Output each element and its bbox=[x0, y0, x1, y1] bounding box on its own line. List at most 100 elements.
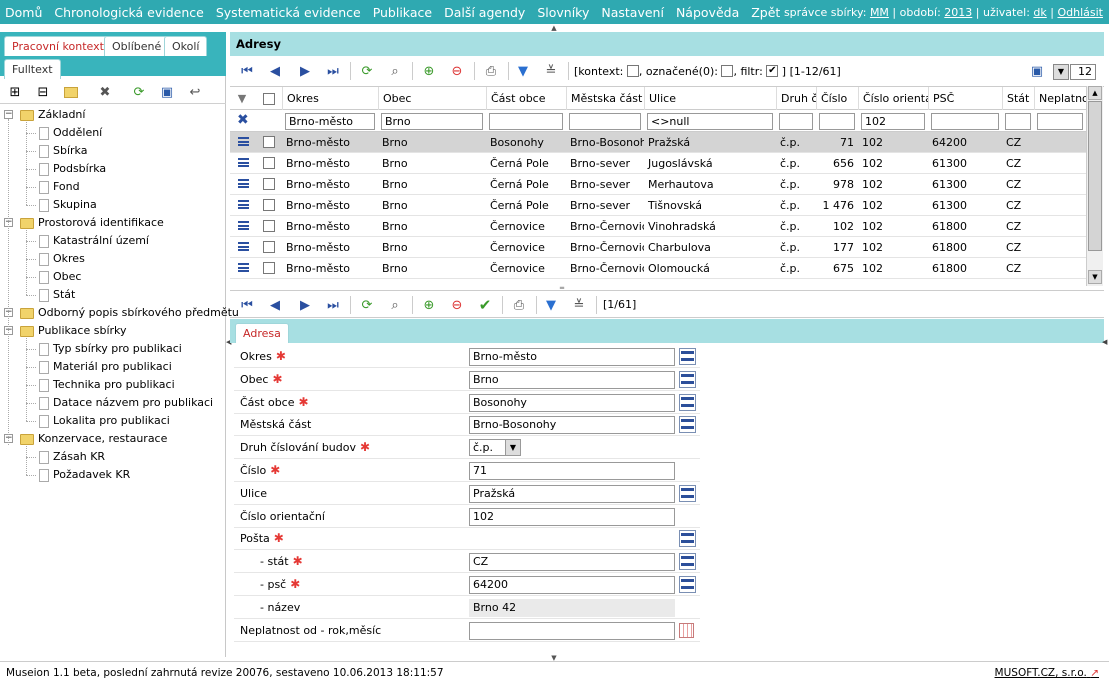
row-detail-icon[interactable] bbox=[238, 200, 249, 209]
tree-item[interactable]: Lokalita pro publikaci bbox=[39, 412, 170, 430]
row-checkbox[interactable] bbox=[263, 136, 275, 148]
lookup-icon[interactable] bbox=[679, 530, 696, 548]
menu-item[interactable]: Další agendy bbox=[438, 5, 531, 20]
menu-item[interactable]: Zpět bbox=[745, 5, 786, 20]
tree-item[interactable]: Obec bbox=[39, 268, 81, 286]
row-checkbox[interactable] bbox=[263, 262, 275, 274]
field-input[interactable]: Brno-město bbox=[469, 348, 675, 366]
remove-icon[interactable]: ⊖ bbox=[448, 296, 466, 314]
context-checkbox[interactable] bbox=[626, 65, 639, 77]
scroll-down-button[interactable]: ▼ bbox=[1088, 270, 1102, 284]
menu-item[interactable]: Chronologická evidence bbox=[48, 5, 209, 20]
column-header[interactable]: Městska část bbox=[566, 87, 644, 110]
field-input[interactable]: Pražská bbox=[469, 484, 675, 503]
tree-item[interactable]: Skupina bbox=[39, 196, 97, 214]
select-all-checkbox[interactable] bbox=[263, 93, 275, 105]
tree-item[interactable]: Fond bbox=[39, 178, 80, 196]
table-row[interactable]: Brno-město Brno Černovice Brno-Černovice Cha… bbox=[230, 237, 1086, 258]
row-checkbox[interactable] bbox=[263, 220, 275, 232]
row-detail-icon[interactable] bbox=[238, 179, 249, 188]
column-header[interactable]: Číslo orientač bbox=[858, 87, 928, 110]
column-filter-input[interactable] bbox=[779, 113, 813, 130]
column-filter-input[interactable] bbox=[569, 113, 641, 130]
tab-fulltext[interactable]: Fulltext bbox=[4, 59, 61, 79]
first-record-icon[interactable]: ⏮ bbox=[238, 296, 256, 314]
scroll-thumb[interactable] bbox=[1088, 101, 1102, 251]
logout-link[interactable]: Odhlásit bbox=[1057, 6, 1103, 19]
tree-item[interactable]: Materiál pro publikaci bbox=[39, 358, 172, 376]
row-checkbox[interactable] bbox=[263, 241, 275, 253]
menu-item[interactable]: Domů bbox=[0, 5, 48, 20]
save-icon[interactable]: ▣ bbox=[1028, 62, 1046, 80]
next-record-icon[interactable]: ▶ bbox=[296, 296, 314, 314]
refresh-icon[interactable]: ⟳ bbox=[130, 83, 148, 101]
menu-item[interactable]: Publikace bbox=[367, 5, 438, 20]
field-input[interactable]: Brno-Bosonohy bbox=[469, 416, 675, 435]
filter-clear-icon[interactable]: ≚ bbox=[570, 296, 588, 314]
filter-checkbox[interactable]: ✔ bbox=[766, 65, 779, 77]
collapse-all-icon[interactable]: ⊟ bbox=[34, 83, 52, 101]
row-detail-icon[interactable] bbox=[238, 242, 249, 251]
confirm-icon[interactable]: ✔ bbox=[476, 296, 494, 314]
column-header[interactable]: Neplatnos bbox=[1034, 87, 1086, 110]
row-detail-icon[interactable] bbox=[238, 263, 249, 272]
tree-folder[interactable]: Prostorová identifikace bbox=[20, 214, 164, 232]
table-row[interactable]: Brno-město Brno Černovice Brno-Černovice Olo… bbox=[230, 258, 1086, 279]
tab-working-context[interactable]: Pracovní kontext bbox=[4, 36, 112, 56]
menu-item[interactable]: Slovníky bbox=[531, 5, 595, 20]
page-size-input[interactable]: 12 bbox=[1070, 64, 1096, 80]
tree-folder[interactable]: Odborný popis sbírkového předmětu bbox=[20, 304, 239, 322]
delete-icon[interactable]: ✖ bbox=[96, 83, 114, 101]
dropdown-arrow-icon[interactable]: ▼ bbox=[505, 440, 520, 456]
lookup-icon[interactable] bbox=[679, 416, 696, 434]
menu-item[interactable]: Nápověda bbox=[670, 5, 745, 20]
search-icon[interactable]: ⌕ bbox=[386, 62, 404, 80]
lookup-icon[interactable] bbox=[679, 348, 696, 365]
tree-item[interactable]: Oddělení bbox=[39, 124, 102, 142]
admin-link[interactable]: MM bbox=[870, 6, 889, 19]
tab-favorites[interactable]: Oblíbené bbox=[104, 36, 170, 56]
field-input[interactable] bbox=[469, 621, 675, 640]
collapse-toggle[interactable]: − bbox=[4, 110, 13, 119]
page-size-dropdown-arrow[interactable]: ▼ bbox=[1053, 64, 1069, 80]
column-header[interactable]: Část obce bbox=[486, 87, 566, 110]
row-checkbox[interactable] bbox=[263, 178, 275, 190]
tree-folder[interactable]: Konzervace, restaurace bbox=[20, 430, 167, 448]
first-record-icon[interactable]: ⏮ bbox=[238, 62, 256, 80]
refresh-icon[interactable]: ⟳ bbox=[358, 62, 376, 80]
column-header[interactable]: Okres bbox=[282, 87, 378, 110]
menu-item[interactable]: Systematická evidence bbox=[210, 5, 367, 20]
column-filter-input[interactable] bbox=[931, 113, 999, 130]
tree-folder[interactable]: Základní bbox=[20, 106, 85, 124]
tree-item[interactable]: Datace názvem pro publikaci bbox=[39, 394, 213, 412]
column-filter-input[interactable] bbox=[1037, 113, 1083, 130]
row-detail-icon[interactable] bbox=[238, 137, 249, 146]
previous-record-icon[interactable]: ◀ bbox=[266, 62, 284, 80]
column-filter-input[interactable]: Brno-město bbox=[285, 113, 375, 130]
next-record-icon[interactable]: ▶ bbox=[296, 62, 314, 80]
search-icon[interactable]: ⌕ bbox=[386, 296, 404, 314]
undo-icon[interactable]: ↩ bbox=[186, 83, 204, 101]
tree-item[interactable]: Stát bbox=[39, 286, 75, 304]
user-link[interactable]: dk bbox=[1033, 6, 1046, 19]
lookup-icon[interactable] bbox=[679, 484, 696, 502]
row-checkbox[interactable] bbox=[263, 157, 275, 169]
field-input[interactable]: Bosonohy bbox=[469, 393, 675, 412]
refresh-icon[interactable]: ⟳ bbox=[358, 296, 376, 314]
field-input[interactable]: 64200 bbox=[469, 576, 675, 594]
tree-item[interactable]: Typ sbírky pro publikaci bbox=[39, 340, 182, 358]
column-header[interactable]: Stát bbox=[1002, 87, 1034, 110]
top-splitter-grip[interactable]: ▲ bbox=[540, 25, 568, 32]
folder-icon[interactable] bbox=[62, 83, 80, 101]
column-filter-input[interactable]: 102 bbox=[861, 113, 925, 130]
column-filter-input[interactable] bbox=[489, 113, 563, 130]
clear-filter-icon[interactable]: ✖ bbox=[237, 112, 249, 128]
tree-item[interactable]: Podsbírka bbox=[39, 160, 106, 178]
filter-icon[interactable]: ▼ bbox=[542, 296, 560, 314]
add-icon[interactable]: ⊕ bbox=[420, 62, 438, 80]
filter-toggle-icon[interactable]: ▼ bbox=[230, 87, 254, 110]
column-header[interactable]: Obec bbox=[378, 87, 486, 110]
tree-item[interactable]: Požadavek KR bbox=[39, 466, 130, 484]
period-link[interactable]: 2013 bbox=[944, 6, 972, 19]
tree-folder[interactable]: Publikace sbírky bbox=[20, 322, 127, 340]
